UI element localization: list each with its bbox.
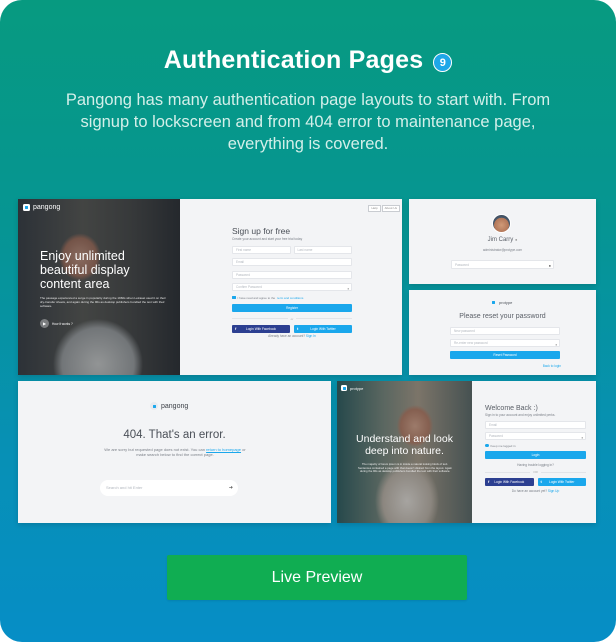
brand-logo: protype [341,385,363,391]
title-row: Authentication Pages 9 [164,46,453,75]
logo-icon [23,204,30,211]
logo-icon [491,300,496,305]
error-message: We are sorry but requested page does not… [104,447,246,457]
show-password-icon[interactable]: ▪ [348,285,349,292]
logo-icon [150,402,158,410]
signup-form: Sign up for free Create your account and… [232,226,353,338]
hero-text: The majority of lorem ipsum is in inside… [358,462,452,474]
error-404-page-preview: pangong 404. That's an error. We are sor… [18,381,331,523]
or-divider: or [232,317,353,321]
section-header: Authentication Pages 9 Pangong has many … [0,46,616,155]
hero-title: Enjoy unlimited beautiful display conten… [40,249,130,291]
login-email-input[interactable]: Email [485,420,586,429]
reset-title: Please reset your password [459,313,546,320]
user-email: administrator@protype.com [482,248,523,252]
twitter-icon: t [297,326,299,331]
login-hero-photo: protype Understand and look deep into na… [337,381,472,523]
last-name-input[interactable]: Last name [293,245,352,254]
keep-logged-in-row: Keep me logged in [485,444,586,448]
authentication-pages-banner: Authentication Pages 9 Pangong has many … [0,0,616,642]
reset-password-page-preview: protype Please reset your password New p… [409,290,596,375]
back-to-login-link[interactable]: Back to login [543,364,561,368]
brand-logo: pangong [150,402,188,410]
about-us-button[interactable]: About Us [381,205,400,212]
signup-hero-photo: pangong Enjoy unlimited beautiful displa… [18,199,180,375]
user-avatar [492,214,511,233]
user-name: Jim Carry ● [487,237,518,243]
top-buttons: Help About Us [368,205,400,212]
have-account-row: Already have an account? Sign In [268,334,316,338]
terms-checkbox[interactable] [232,295,236,300]
or-divider: OR [485,470,586,474]
live-preview-button[interactable]: Live Preview [167,555,467,600]
reenter-password-input[interactable]: Re-enter new password ▪ [450,339,560,347]
section-title: Authentication Pages [163,46,424,74]
facebook-icon: f [488,478,490,484]
keep-logged-in-checkbox[interactable] [485,443,489,448]
signup-subtitle: Create your account and start your free … [232,237,303,241]
how-it-works-link[interactable]: ▶ How it works ? [40,319,73,328]
sign-up-link[interactable]: Sign Up [548,489,559,493]
new-password-input[interactable]: New password [450,327,560,335]
facebook-login-button[interactable]: f Login With Facebook [485,477,534,486]
login-button[interactable]: Login [485,451,586,459]
twitter-icon: t [540,478,542,484]
facebook-icon: f [235,326,237,331]
help-button[interactable]: Help [368,205,381,212]
password-input[interactable]: Password [232,270,352,279]
section-subtitle: Pangong has many authentication page lay… [65,91,551,153]
lockscreen-password-input[interactable]: Password ● [451,260,554,269]
brand-logo: pangong [23,204,60,211]
show-password-icon[interactable]: ▪ [582,434,583,441]
confirm-password-input[interactable]: Confirm Password ▪ [232,283,352,291]
sign-in-link[interactable]: Sign In [306,334,316,338]
email-input[interactable]: Email [232,258,352,266]
hero-text: The passage experienced a surge in popul… [40,296,166,308]
lock-icon: ● [514,237,518,242]
reset-password-button[interactable]: Reset Password [450,351,560,359]
unlock-arrow-icon[interactable]: ● [549,262,551,270]
twitter-login-button[interactable]: t Login With Twitter [294,325,352,333]
lockscreen-page-preview: Jim Carry ● administrator@protype.com Pa… [409,199,596,284]
login-form: Welcome Back :) Sign in to your account … [485,405,586,493]
hero-title: Understand and look deep into nature. [356,433,453,457]
logo-icon [341,385,347,391]
terms-checkbox-row: I have read and agree to the term and co… [232,296,352,300]
trouble-logging-link[interactable]: Having trouble logging in? [485,463,586,467]
play-icon: ▶ [40,319,49,328]
register-button[interactable]: Register [232,304,352,312]
terms-link[interactable]: term and conditions [277,296,303,300]
signup-title: Sign up for free [232,226,291,236]
error-search-input[interactable]: Search and hit Enter ➜ [100,480,238,496]
login-password-input[interactable]: Password ▪ [485,432,586,440]
show-password-icon[interactable]: ▪ [556,341,557,348]
no-account-row: Do have an account yet? Sign Up [511,489,560,493]
send-icon[interactable]: ➜ [229,480,233,496]
count-badge: 9 [433,53,453,72]
signup-page-preview: pangong Enjoy unlimited beautiful displa… [18,199,402,375]
login-title: Welcome Back :) [485,405,538,412]
twitter-login-button[interactable]: t Login With Twitter [537,477,586,486]
facebook-login-button[interactable]: f Login With Facebook [232,325,290,333]
login-subtitle: Sign in to your account and enjoy unlimi… [485,413,556,417]
error-title: 404. That's an error. [123,429,226,441]
login-page-preview: protype Understand and look deep into na… [337,381,596,523]
first-name-input[interactable]: First name [232,245,291,254]
brand-logo: protype [491,300,512,305]
